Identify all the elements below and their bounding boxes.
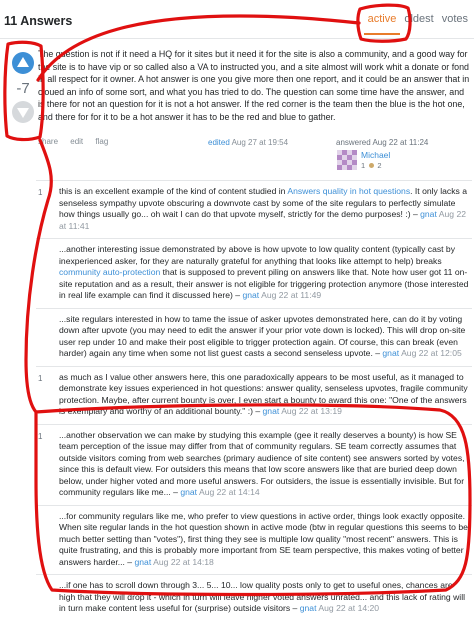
reputation-score: 1: [361, 161, 366, 170]
comment-score: 1: [38, 188, 43, 197]
bronze-badge-count: 2: [377, 161, 382, 170]
answer-body: The question is not if it need a HQ for …: [38, 49, 470, 122]
comment: ...for community regulars like me, who p…: [36, 504, 472, 575]
comment-text: this is an excellent example of the kind…: [59, 186, 288, 196]
downvote-arrow-icon[interactable]: [12, 101, 34, 123]
answers-count-title: 11 Answers: [4, 14, 73, 28]
vote-count: -7: [16, 80, 30, 97]
sort-tabs: active oldest votes: [363, 13, 472, 35]
comment-time: Aug 22 at 11:49: [261, 290, 322, 300]
edited-time: Aug 27 at 19:54: [231, 138, 289, 147]
comment-time: Aug 22 at 14:18: [153, 556, 214, 567]
answers-header: 11 Answers active oldest votes: [0, 0, 474, 39]
comment-user-link[interactable]: gnat: [300, 603, 317, 613]
comment: ...another interesting issue demonstrate…: [36, 238, 472, 308]
edited-info[interactable]: edited Aug 27 at 19:54: [208, 138, 288, 147]
tab-votes[interactable]: votes: [438, 13, 472, 35]
comment-text: ...another interesting issue demonstrate…: [59, 244, 456, 266]
comment-link[interactable]: community auto-protection: [59, 267, 160, 277]
edited-label: edited: [208, 138, 230, 147]
comments-list: 1 this is an excellent example of the ki…: [36, 180, 472, 621]
comment-time: Aug 22 at 14:20: [318, 603, 380, 613]
comment-user-link[interactable]: gnat: [382, 348, 399, 358]
comment-time: Aug 22 at 13:19: [281, 406, 342, 416]
comment: ...site regulars interested in how to ta…: [36, 307, 472, 366]
comment: ...if one has to scroll down through 3..…: [36, 574, 472, 621]
share-link[interactable]: share: [38, 137, 58, 146]
tab-active[interactable]: active: [363, 13, 401, 35]
comment-text: ...for community regulars like me, who p…: [59, 510, 468, 567]
comment-score: 1: [38, 373, 43, 383]
comment-user-link[interactable]: gnat: [180, 487, 197, 497]
comment-score: 1: [38, 431, 43, 441]
comment: 1 as much as I value other answers here,…: [36, 365, 472, 424]
comment-user-link[interactable]: gnat: [242, 290, 259, 300]
edit-link[interactable]: edit: [70, 137, 83, 146]
comment-time: Aug 22 at 14:14: [198, 487, 260, 497]
comment-user-link[interactable]: gnat: [420, 209, 437, 219]
tab-oldest[interactable]: oldest: [400, 13, 437, 35]
flag-link[interactable]: flag: [95, 137, 108, 146]
comment: 1 this is an excellent example of the ki…: [36, 180, 472, 238]
post-menu: share edit flag: [38, 137, 118, 146]
comment-text: ...another observation we can make by st…: [59, 429, 465, 498]
answered-time: answered Aug 22 at 11:24: [336, 138, 429, 147]
user-name-link[interactable]: Michael: [361, 150, 390, 160]
bronze-badge-icon: [369, 163, 375, 168]
user-reputation: 1 2: [361, 161, 382, 170]
avatar[interactable]: [337, 150, 357, 170]
comment-user-link[interactable]: gnat: [263, 406, 280, 416]
comment-time: Aug 22 at 12:05: [401, 348, 462, 358]
upvote-arrow-icon[interactable]: [12, 52, 34, 74]
comment-user-link[interactable]: gnat: [134, 557, 151, 567]
comment: 1 ...another observation we can make by …: [36, 423, 472, 505]
comment-link[interactable]: Answers quality in hot questions: [287, 186, 410, 196]
